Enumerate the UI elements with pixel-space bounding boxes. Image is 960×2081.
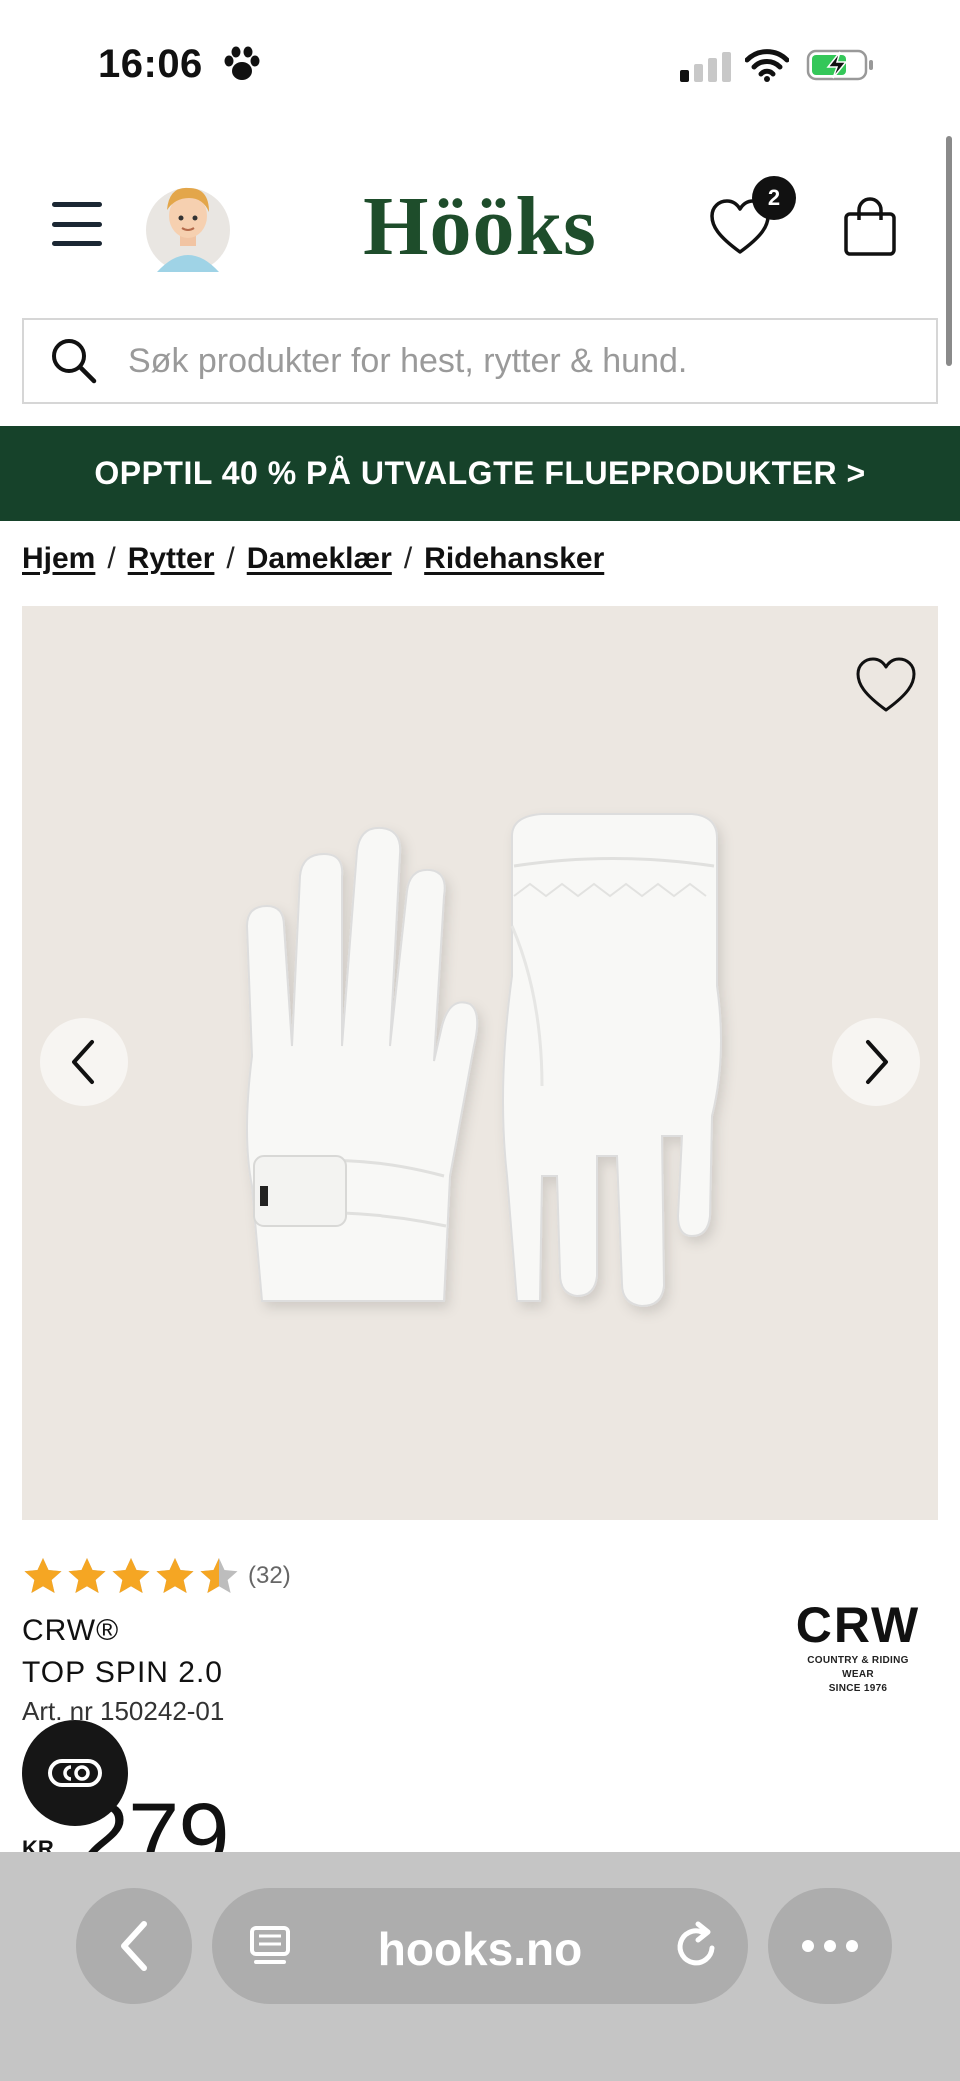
product-rating[interactable]: (32)	[22, 1556, 291, 1596]
search-icon	[52, 339, 97, 384]
chevron-right-icon	[866, 1040, 888, 1084]
star-icon	[68, 1558, 106, 1593]
article-number: Art. nr 150242-01	[22, 1696, 225, 1726]
star-icon	[112, 1558, 150, 1593]
paw-icon	[224, 46, 260, 80]
star-icon	[24, 1558, 62, 1593]
breadcrumb-womens-clothing[interactable]: Dameklær	[247, 542, 392, 576]
breadcrumb-separator: /	[403, 542, 413, 575]
chat-icon	[48, 1759, 102, 1787]
breadcrumb-separator: /	[226, 542, 235, 575]
product-image-gallery[interactable]	[22, 606, 938, 1520]
search-input[interactable]	[128, 341, 908, 381]
breadcrumb-riding-gloves[interactable]: Ridehansker	[424, 542, 604, 576]
status-time: 16:06	[98, 42, 203, 86]
gallery-next-button[interactable]	[832, 1018, 920, 1106]
chat-button[interactable]	[22, 1720, 128, 1826]
shopping-bag-icon[interactable]	[842, 196, 898, 258]
brand-logo[interactable]: CRW COUNTRY & RIDING WEAR SINCE 1976	[790, 1596, 926, 1696]
wishlist-count-badge: 2	[752, 176, 796, 220]
site-header: Hööks 2	[0, 130, 960, 310]
product-brand: CRW®	[22, 1614, 120, 1647]
reload-icon[interactable]	[672, 1920, 722, 1972]
product-image-gloves	[245, 813, 722, 1308]
browser-back-button[interactable]	[76, 1888, 192, 2004]
page-scrollbar[interactable]	[946, 136, 952, 366]
breadcrumb: Hjem / Rytter / Dameklær / Ridehansker	[22, 542, 604, 576]
brand-logo-tagline: COUNTRY & RIDING WEAR	[807, 1655, 909, 1680]
browser-more-button[interactable]	[768, 1888, 892, 2004]
promo-banner[interactable]: OPPTIL 40 % PÅ UTVALGTE FLUEPRODUKTER >	[0, 426, 960, 521]
browser-url-host: hooks.no	[377, 1923, 583, 1975]
star-icon	[200, 1558, 238, 1593]
product-name: TOP SPIN 2.0	[22, 1656, 223, 1689]
rating-count: (32)	[248, 1562, 291, 1589]
brand-logo-mark: CRW	[795, 1597, 921, 1653]
gallery-prev-button[interactable]	[40, 1018, 128, 1106]
brand-logo-since: SINCE 1976	[828, 1683, 888, 1694]
breadcrumb-separator: /	[107, 542, 116, 575]
cellular-signal-icon	[680, 50, 731, 82]
browser-address-bar[interactable]: hooks.no	[212, 1888, 748, 2004]
battery-charging-icon	[806, 49, 873, 81]
star-icon	[156, 1558, 194, 1593]
chevron-left-icon	[72, 1040, 94, 1084]
breadcrumb-home[interactable]: Hjem	[22, 542, 95, 576]
chevron-left-icon	[121, 1921, 147, 1971]
rating-stars	[22, 1556, 242, 1596]
favorite-heart-icon[interactable]	[854, 656, 918, 716]
search-bar[interactable]	[22, 318, 938, 404]
browser-toolbar: hooks.no	[0, 1852, 960, 2081]
status-bar: 16:06	[0, 0, 960, 130]
breadcrumb-rider[interactable]: Rytter	[128, 542, 215, 576]
wifi-icon	[745, 49, 789, 82]
site-logo[interactable]: Hööks	[0, 178, 960, 275]
